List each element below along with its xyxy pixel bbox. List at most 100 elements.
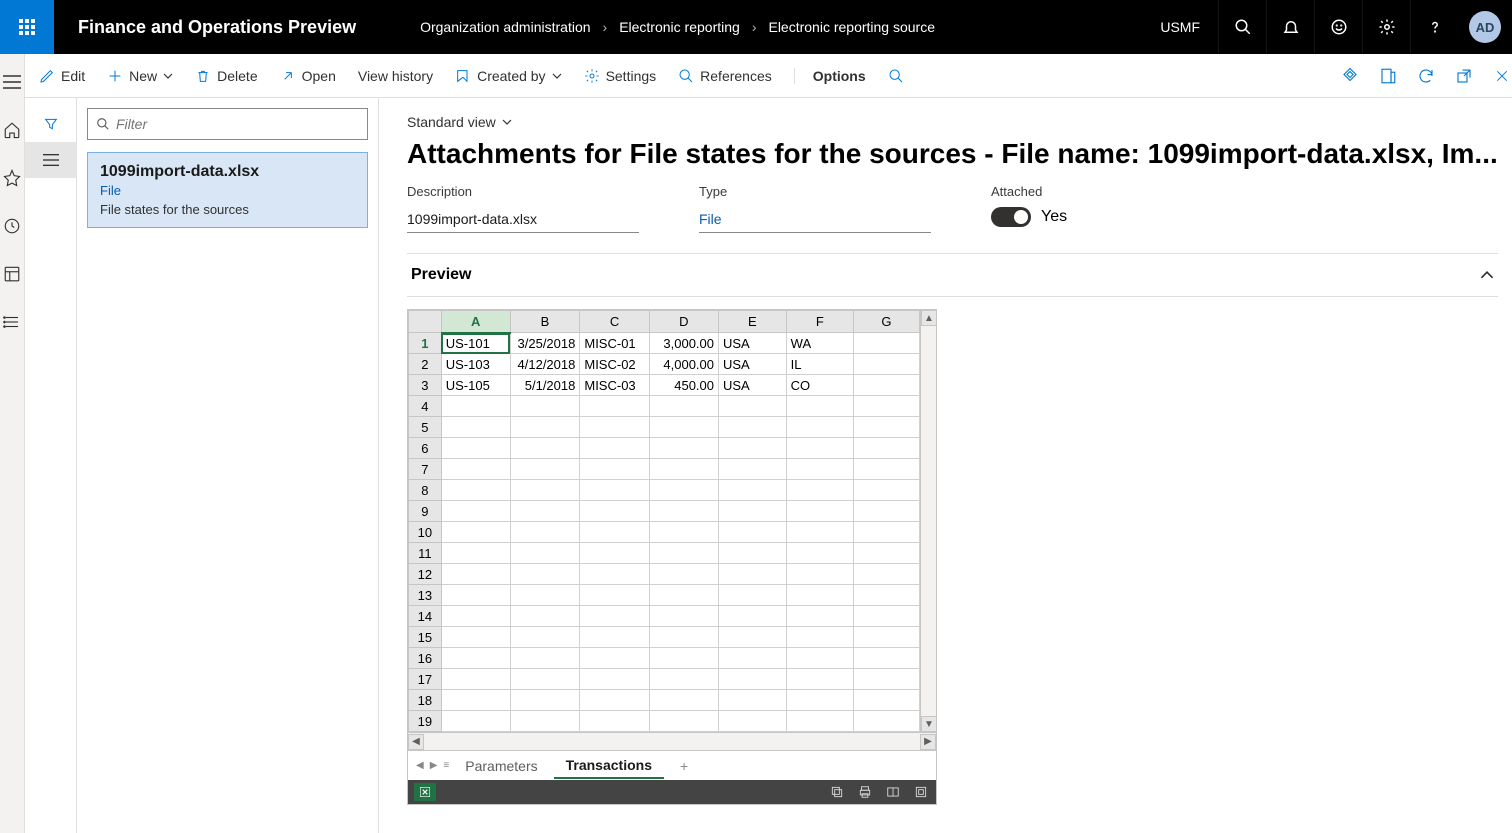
sheet-tab-transactions[interactable]: Transactions bbox=[554, 753, 664, 779]
cell[interactable] bbox=[649, 711, 718, 732]
cell[interactable]: USA bbox=[719, 354, 787, 375]
cell[interactable] bbox=[510, 690, 580, 711]
cell[interactable] bbox=[719, 627, 787, 648]
breadcrumb-item[interactable]: Electronic reporting source bbox=[768, 19, 935, 35]
cell[interactable] bbox=[649, 606, 718, 627]
scroll-down-icon[interactable]: ▼ bbox=[921, 716, 937, 732]
cell[interactable] bbox=[441, 669, 510, 690]
fullscreen-icon[interactable] bbox=[912, 783, 930, 801]
cell[interactable]: 450.00 bbox=[649, 375, 718, 396]
cell[interactable] bbox=[786, 480, 853, 501]
cell[interactable] bbox=[786, 396, 853, 417]
sheet-tab-add[interactable]: + bbox=[668, 754, 700, 778]
cell[interactable] bbox=[786, 543, 853, 564]
cell[interactable] bbox=[649, 690, 718, 711]
cell[interactable]: 3,000.00 bbox=[649, 333, 718, 354]
cell[interactable] bbox=[510, 711, 580, 732]
cell[interactable] bbox=[786, 585, 853, 606]
cell[interactable] bbox=[649, 627, 718, 648]
cell[interactable] bbox=[786, 669, 853, 690]
search-button[interactable] bbox=[888, 68, 904, 84]
row-header[interactable]: 12 bbox=[409, 564, 442, 585]
cell[interactable]: CO bbox=[786, 375, 853, 396]
cell[interactable] bbox=[510, 396, 580, 417]
cell[interactable] bbox=[510, 585, 580, 606]
user-avatar[interactable]: AD bbox=[1458, 0, 1512, 54]
references-button[interactable]: References bbox=[678, 68, 772, 84]
row-header[interactable]: 4 bbox=[409, 396, 442, 417]
scroll-left-icon[interactable]: ◀ bbox=[408, 734, 424, 750]
cell[interactable] bbox=[580, 606, 649, 627]
company-code[interactable]: USMF bbox=[1142, 19, 1218, 35]
cell[interactable] bbox=[510, 606, 580, 627]
cell[interactable] bbox=[580, 585, 649, 606]
settings-button[interactable]: Settings bbox=[584, 68, 657, 84]
cell[interactable]: WA bbox=[786, 333, 853, 354]
row-header[interactable]: 3 bbox=[409, 375, 442, 396]
cell[interactable] bbox=[649, 669, 718, 690]
reading-view-icon[interactable] bbox=[884, 783, 902, 801]
cell[interactable] bbox=[719, 396, 787, 417]
cell[interactable] bbox=[786, 438, 853, 459]
cell[interactable] bbox=[719, 606, 787, 627]
cell[interactable] bbox=[580, 438, 649, 459]
refresh-icon[interactable] bbox=[1416, 66, 1436, 86]
cell[interactable] bbox=[853, 396, 919, 417]
cell[interactable] bbox=[441, 438, 510, 459]
view-switcher[interactable]: Standard view bbox=[407, 114, 512, 130]
cell[interactable] bbox=[853, 354, 919, 375]
column-header[interactable]: C bbox=[580, 311, 649, 333]
cell[interactable] bbox=[510, 627, 580, 648]
created-by-button[interactable]: Created by bbox=[455, 68, 561, 84]
cell[interactable] bbox=[649, 585, 718, 606]
column-header[interactable]: B bbox=[510, 311, 580, 333]
cell[interactable] bbox=[786, 417, 853, 438]
cell[interactable] bbox=[853, 459, 919, 480]
breadcrumb-item[interactable]: Electronic reporting bbox=[619, 19, 740, 35]
cell[interactable] bbox=[853, 375, 919, 396]
row-header[interactable]: 6 bbox=[409, 438, 442, 459]
cell[interactable] bbox=[510, 501, 580, 522]
row-header[interactable]: 5 bbox=[409, 417, 442, 438]
scroll-right-icon[interactable]: ▶ bbox=[920, 734, 936, 750]
row-header[interactable]: 2 bbox=[409, 354, 442, 375]
cell[interactable] bbox=[853, 585, 919, 606]
vertical-scrollbar[interactable]: ▲ ▼ bbox=[920, 310, 936, 732]
cell[interactable] bbox=[853, 480, 919, 501]
row-header[interactable]: 14 bbox=[409, 606, 442, 627]
workspaces-icon[interactable] bbox=[0, 262, 24, 286]
cell[interactable] bbox=[786, 648, 853, 669]
cell[interactable] bbox=[441, 417, 510, 438]
cell[interactable]: MISC-03 bbox=[580, 375, 649, 396]
filter-box[interactable] bbox=[87, 108, 368, 140]
cell[interactable] bbox=[510, 564, 580, 585]
cell[interactable] bbox=[719, 648, 787, 669]
cell[interactable] bbox=[719, 522, 787, 543]
cell[interactable] bbox=[786, 459, 853, 480]
edit-button[interactable]: Edit bbox=[39, 68, 85, 84]
cell[interactable] bbox=[719, 501, 787, 522]
modules-icon[interactable] bbox=[0, 310, 24, 334]
print-icon[interactable] bbox=[856, 783, 874, 801]
cell[interactable] bbox=[441, 459, 510, 480]
cell[interactable] bbox=[580, 711, 649, 732]
cell[interactable] bbox=[510, 417, 580, 438]
filter-icon-button[interactable] bbox=[25, 106, 77, 142]
cell[interactable]: IL bbox=[786, 354, 853, 375]
cell[interactable] bbox=[580, 522, 649, 543]
row-header[interactable]: 11 bbox=[409, 543, 442, 564]
cell[interactable] bbox=[580, 669, 649, 690]
cell[interactable] bbox=[441, 606, 510, 627]
cell[interactable] bbox=[853, 711, 919, 732]
cell[interactable] bbox=[580, 396, 649, 417]
cell[interactable] bbox=[649, 564, 718, 585]
cell[interactable] bbox=[719, 711, 787, 732]
cell[interactable]: 4/12/2018 bbox=[510, 354, 580, 375]
cell[interactable] bbox=[510, 522, 580, 543]
cell[interactable] bbox=[853, 627, 919, 648]
cell[interactable] bbox=[719, 690, 787, 711]
scroll-up-icon[interactable]: ▲ bbox=[921, 310, 937, 326]
cell[interactable] bbox=[649, 396, 718, 417]
cell[interactable]: 3/25/2018 bbox=[510, 333, 580, 354]
cell[interactable]: 4,000.00 bbox=[649, 354, 718, 375]
